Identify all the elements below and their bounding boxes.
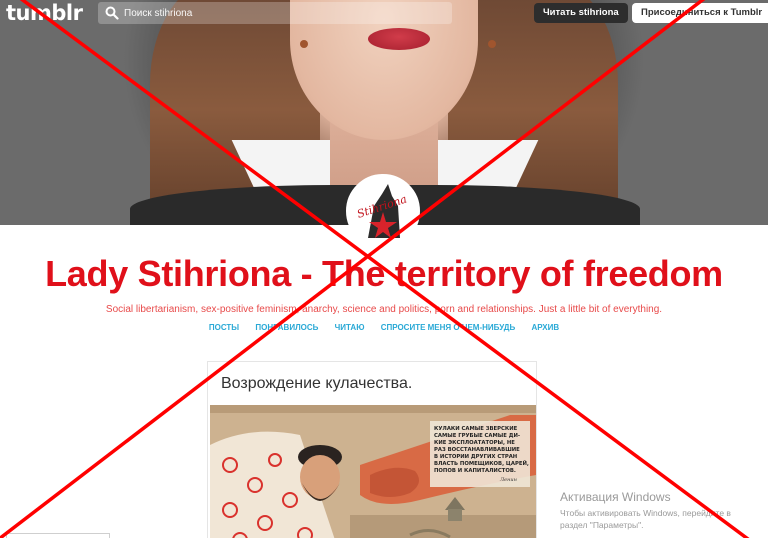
- poster-line-1: КУЛАКИ САМЫЕ ЗВЕРСКИЕ: [434, 426, 518, 432]
- poster-line-3: КИЕ ЭКСПЛОАТАТОРЫ, НЕ: [434, 440, 515, 446]
- lips: [368, 28, 430, 50]
- post-card: Возрождение кулачества. КУЛАКИ САМЫЕ ЗВЕ…: [207, 361, 537, 538]
- nav-archive[interactable]: АРХИВ: [531, 323, 559, 332]
- earring-right: [488, 40, 496, 48]
- poster-line-5: В ИСТОРИИ ДРУГИХ СТРАН: [434, 454, 517, 460]
- poster-line-6: ВЛАСТЬ ПОМЕЩИКОВ, ЦАРЕЙ,: [434, 459, 529, 467]
- windows-activation-line-2: раздел "Параметры".: [560, 520, 644, 530]
- poster-line-7: ПОПОВ И КАПИТАЛИСТОВ.: [434, 468, 516, 474]
- windows-activation-title: Активация Windows: [560, 490, 671, 504]
- follow-button[interactable]: Читать stihriona: [534, 3, 628, 23]
- poster-illustration: КУЛАКИ САМЫЕ ЗВЕРСКИЕ САМЫЕ ГРУБЫЕ САМЫЕ…: [210, 405, 536, 538]
- blog-title[interactable]: Lady Stihriona - The territory of freedo…: [0, 253, 768, 295]
- windows-activation-line-1: Чтобы активировать Windows, перейдите в: [560, 508, 731, 518]
- poster-signature: Ленин: [499, 477, 517, 483]
- nav-posts[interactable]: ПОСТЫ: [209, 323, 239, 332]
- poster-line-4: РАЗ ВОССТАНАВЛИВАВШИЕ: [434, 447, 520, 453]
- top-navigation: tumblr Читать stihriona Присоединиться к…: [0, 0, 768, 28]
- search-box[interactable]: [98, 2, 452, 24]
- windows-activation-text: Чтобы активировать Windows, перейдите в …: [560, 507, 731, 531]
- nav-likes[interactable]: ПОНРАВИЛОСЬ: [255, 323, 318, 332]
- nav-following[interactable]: ЧИТАЮ: [335, 323, 365, 332]
- search-input[interactable]: [124, 2, 444, 24]
- post-title[interactable]: Возрождение кулачества.: [221, 375, 412, 393]
- tumblr-logo[interactable]: tumblr: [6, 1, 83, 25]
- earring-left: [300, 40, 308, 48]
- windows-activation-watermark: Активация Windows Чтобы активировать Win…: [560, 490, 731, 531]
- poster-line-2: САМЫЕ ГРУБЫЕ САМЫЕ ДИ-: [434, 433, 520, 439]
- avatar-image: Stihriona: [348, 176, 418, 246]
- post-poster-image[interactable]: КУЛАКИ САМЫЕ ЗВЕРСКИЕ САМЫЕ ГРУБЫЕ САМЫЕ…: [210, 405, 536, 538]
- nav-ask[interactable]: СПРОСИТЕ МЕНЯ О ЧЕМ-НИБУДЬ: [381, 323, 516, 332]
- blog-navigation: ПОСТЫ ПОНРАВИЛОСЬ ЧИТАЮ СПРОСИТЕ МЕНЯ О …: [0, 323, 768, 332]
- blog-description: Social libertarianism, sex-positive femi…: [105, 304, 663, 315]
- join-tumblr-button[interactable]: Присоединиться к Tumblr: [632, 3, 768, 23]
- search-icon: [105, 6, 119, 20]
- blog-avatar[interactable]: Stihriona: [346, 174, 420, 248]
- bottom-left-widget[interactable]: [6, 533, 110, 538]
